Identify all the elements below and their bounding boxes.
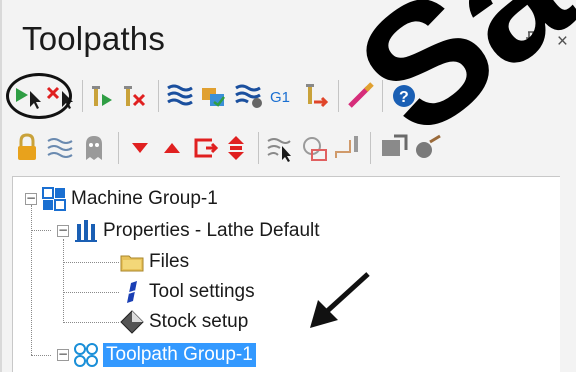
select-dirty-operations-button[interactable] xyxy=(44,76,80,116)
pin-icon xyxy=(525,31,536,46)
properties-icon xyxy=(73,218,99,244)
post-selected-button[interactable]: G1 xyxy=(266,76,302,116)
files-label: Files xyxy=(149,251,190,272)
stock-model-icon xyxy=(382,134,408,156)
post-g1-icon: G1 xyxy=(270,89,290,106)
properties-label: Properties - Lathe Default xyxy=(103,220,320,241)
toggle-display-icon xyxy=(47,138,73,158)
tool-settings-icon xyxy=(119,279,145,305)
panel-title-controls: ▾ × xyxy=(481,30,568,53)
machine-group-expander[interactable]: − xyxy=(25,192,37,205)
lock-icon xyxy=(18,133,36,160)
edit-lock-button[interactable] xyxy=(344,76,380,116)
move-up-button[interactable] xyxy=(156,128,192,168)
simulator-icon xyxy=(235,84,262,108)
tree-item-tool-settings[interactable]: Tool settings xyxy=(119,278,255,306)
properties-expander[interactable]: − xyxy=(57,224,69,237)
tree-item-properties[interactable]: Properties - Lathe Default xyxy=(73,217,320,245)
select-all-operations-button[interactable] xyxy=(10,76,46,116)
stock-setup-icon xyxy=(119,309,145,335)
panel-dropdown-button[interactable]: ▾ xyxy=(495,30,505,53)
toggle-posting-button[interactable] xyxy=(78,128,114,168)
simulator-button[interactable] xyxy=(232,76,268,116)
tree-item-machine-group[interactable]: Machine Group-1 xyxy=(41,185,218,213)
toolpath-group-label: Toolpath Group-1 xyxy=(103,343,256,367)
regenerate-dirty-icon xyxy=(124,86,146,107)
machine-group-icon xyxy=(41,186,67,212)
tree-item-toolpath-group[interactable]: Toolpath Group-1 xyxy=(73,341,256,369)
panel-close-button[interactable]: × xyxy=(557,31,568,53)
toggle-display-button[interactable] xyxy=(44,128,80,168)
machine-group-label: Machine Group-1 xyxy=(71,188,218,209)
lock-button[interactable] xyxy=(10,128,46,168)
svg-text:G1: G1 xyxy=(270,89,290,106)
toolpath-tree: − Machine Group-1 − Properties - Lathe D… xyxy=(12,176,560,372)
move-up-icon xyxy=(164,143,180,153)
verify-check-button[interactable] xyxy=(410,128,446,168)
lock-edit-icon xyxy=(348,82,374,108)
panel-pin-button[interactable] xyxy=(524,31,538,53)
highfeed-button[interactable] xyxy=(300,76,336,116)
regenerate-dirty-button[interactable] xyxy=(120,76,156,116)
display-selected-icon xyxy=(267,138,291,162)
tool-display-button[interactable] xyxy=(332,128,368,168)
toolpath-group-icon xyxy=(73,342,99,368)
stock-model-button[interactable] xyxy=(376,128,412,168)
select-all-operations-icon xyxy=(16,88,41,109)
tree-item-files[interactable]: Files xyxy=(119,248,189,276)
select-all-dirty-operations-icon xyxy=(46,86,73,109)
verify-button[interactable] xyxy=(198,76,234,116)
regenerate-selected-button[interactable] xyxy=(88,76,124,116)
folder-icon xyxy=(119,249,145,275)
scroll-to-insert-button[interactable] xyxy=(220,128,256,168)
help-button[interactable]: ? xyxy=(388,76,424,116)
backplot-icon xyxy=(167,84,193,106)
panel-title: Toolpaths xyxy=(22,20,166,57)
regenerate-selected-icon xyxy=(92,86,112,106)
verify-icon xyxy=(202,88,225,107)
display-only-icon xyxy=(303,137,327,161)
tree-item-stock-setup[interactable]: Stock setup xyxy=(119,308,248,336)
toolpaths-panel: Toolpaths ▾ × G1 ? − Machine Group-1 − P… xyxy=(0,0,576,372)
toggle-posting-icon xyxy=(86,136,102,160)
move-down-button[interactable] xyxy=(124,128,160,168)
move-down-icon xyxy=(132,143,148,153)
toolpath-group-expander[interactable]: − xyxy=(57,348,69,361)
scroll-to-insert-icon xyxy=(228,136,244,160)
svg-text:?: ? xyxy=(399,89,409,106)
tool-display-icon xyxy=(335,136,358,158)
display-selected-button[interactable] xyxy=(264,128,300,168)
display-only-button[interactable] xyxy=(298,128,334,168)
help-icon: ? xyxy=(393,85,415,107)
move-insert-arrow-icon xyxy=(194,138,219,158)
backplot-button[interactable] xyxy=(164,76,200,116)
tool-settings-label: Tool settings xyxy=(149,281,255,302)
stock-setup-label: Stock setup xyxy=(149,311,249,332)
verify-check-icon xyxy=(416,134,441,158)
highfeed-icon xyxy=(306,84,329,108)
move-insert-arrow-button[interactable] xyxy=(188,128,224,168)
